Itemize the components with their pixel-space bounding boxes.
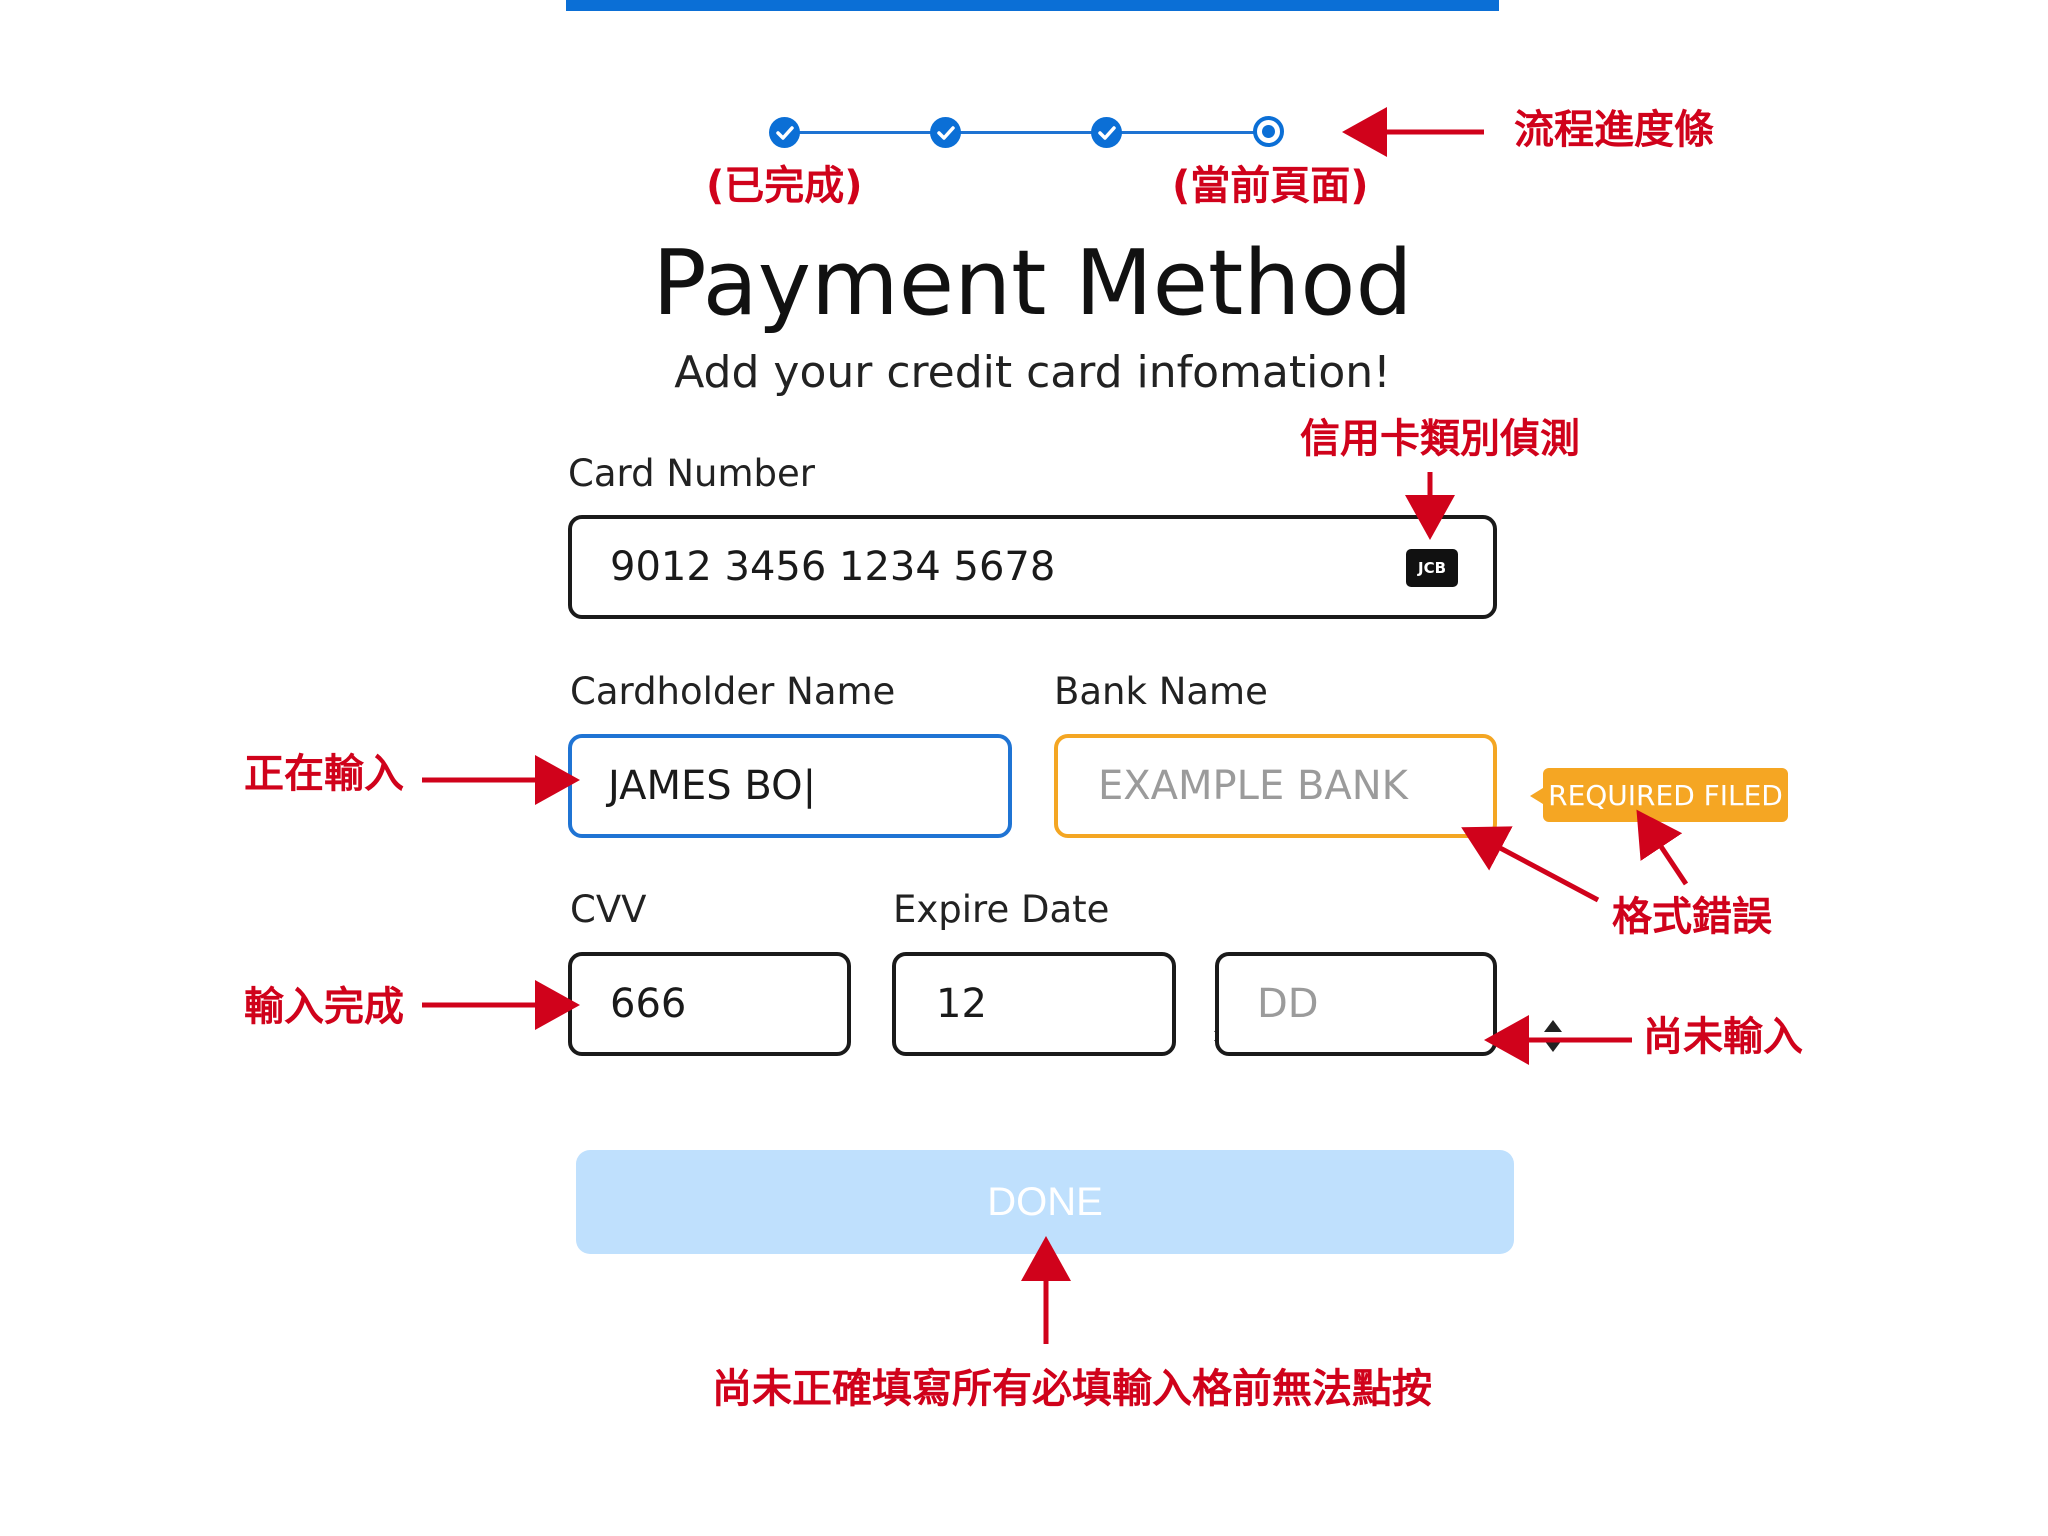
arrow-to-bank-field — [1461, 826, 1600, 903]
arrow-to-badge — [1636, 809, 1689, 886]
annotation-arrows — [422, 107, 1689, 1344]
